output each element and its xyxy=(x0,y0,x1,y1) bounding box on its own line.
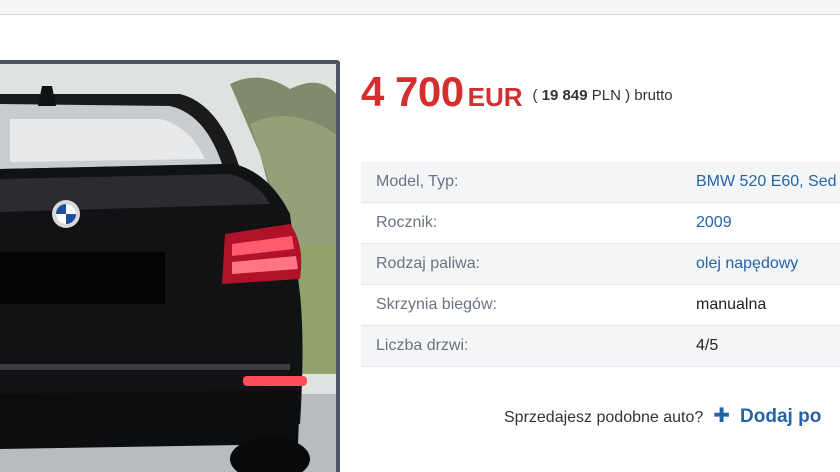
param-value-link[interactable]: BMW 520 E60, Sed xyxy=(696,173,837,191)
param-label: Rocznik: xyxy=(376,214,438,231)
param-row-doors: Liczba drzwi: 4/5 xyxy=(361,326,840,367)
cta-question: Sprzedajesz podobne auto? xyxy=(504,409,704,426)
param-value-link[interactable]: olej napędowy xyxy=(696,255,798,273)
price-alt-amount: 19 849 xyxy=(541,87,588,104)
param-row-model: Model, Typ: BMW 520 E60, Sed xyxy=(361,162,840,203)
sell-similar-cta: Sprzedajesz podobne auto? ✚ Dodaj po xyxy=(504,403,821,428)
param-row-year: Rocznik: 2009 xyxy=(361,203,840,244)
price-currency: EUR xyxy=(467,82,523,112)
params-table: Model, Typ: BMW 520 E60, Sed Rocznik: 20… xyxy=(361,162,840,367)
price-alt: ( 19 849 PLN ) brutto xyxy=(533,87,673,104)
browser-top-bar xyxy=(0,0,840,15)
add-listing-link[interactable]: Dodaj po xyxy=(740,406,821,427)
price-block: 4 700 EUR ( 19 849 PLN ) brutto xyxy=(361,68,673,116)
plus-icon[interactable]: ✚ xyxy=(713,403,730,428)
param-value-link[interactable]: 2009 xyxy=(696,214,732,232)
price-alt-close: ) xyxy=(625,87,631,104)
param-label: Skrzynia biegów: xyxy=(376,296,497,313)
price-alt-currency: PLN xyxy=(591,87,621,104)
param-value: 4/5 xyxy=(696,337,719,354)
param-label: Liczba drzwi: xyxy=(376,337,469,354)
listing-page: 4 700 EUR ( 19 849 PLN ) brutto Model, Typ… xyxy=(0,0,840,472)
price-amount: 4 700 xyxy=(361,68,464,115)
price-alt-suffix: brutto xyxy=(634,87,673,104)
param-label: Rodzaj paliwa: xyxy=(376,255,481,272)
param-row-fuel: Rodzaj paliwa: olej napędowy xyxy=(361,244,840,285)
car-photo[interactable] xyxy=(0,60,340,472)
param-label: Model, Typ: xyxy=(376,173,459,190)
param-row-gearbox: Skrzynia biegów: manualna xyxy=(361,285,840,326)
car-image xyxy=(0,64,336,472)
price-alt-open: ( xyxy=(532,87,538,104)
param-value: manualna xyxy=(696,296,767,313)
